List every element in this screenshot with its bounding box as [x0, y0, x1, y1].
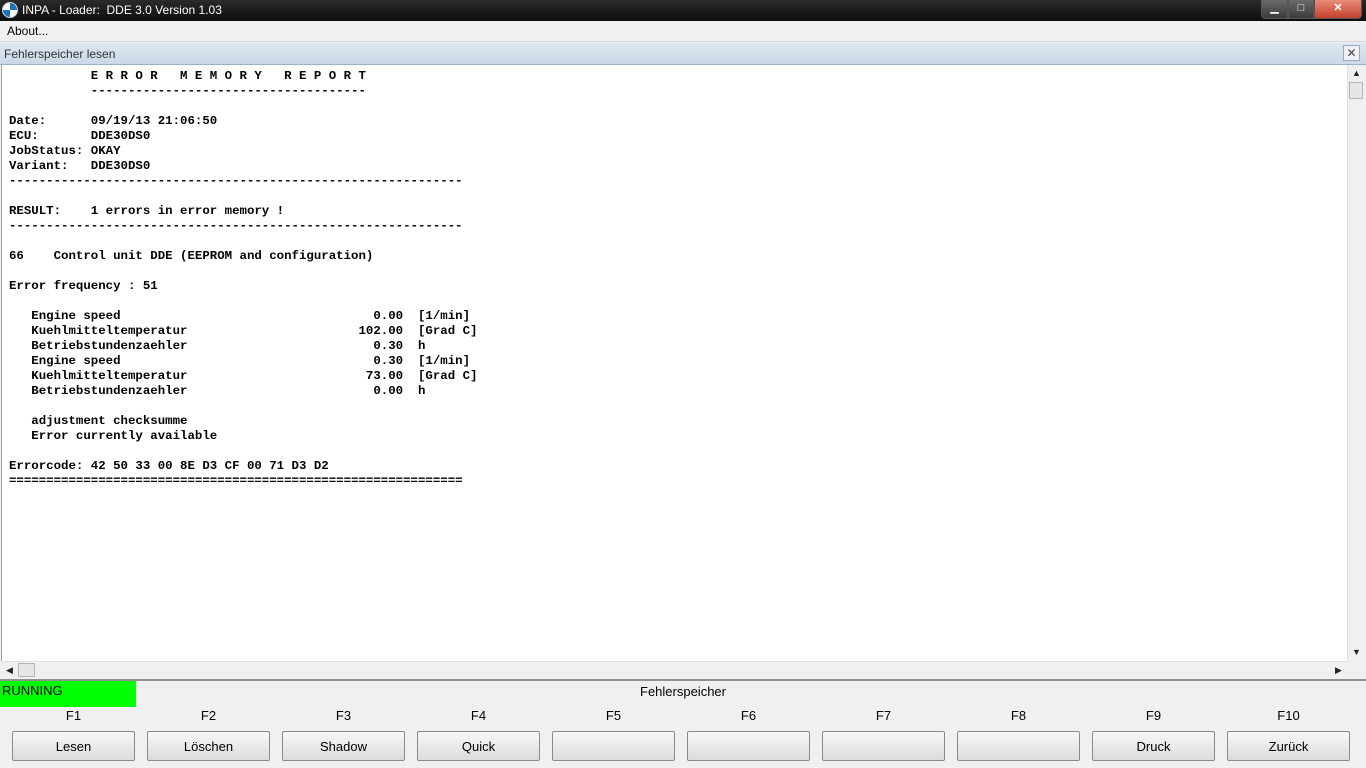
report-line: Errorcode: 42 50 33 00 8E D3 CF 00 71 D3…	[9, 459, 329, 473]
horizontal-scrollbar[interactable]: ◀ ▶	[1, 661, 1347, 678]
fkey-button-f9[interactable]: Druck	[1092, 731, 1215, 761]
fkey-label-f6: F6	[740, 708, 757, 723]
horizontal-scroll-thumb[interactable]	[18, 663, 35, 677]
report-line: ----------------------------------------…	[9, 174, 463, 188]
report-line	[9, 189, 1347, 204]
function-key-bar: F1 Lesen F2 Löschen F3 Shadow F4 Quick F5 F6 F7 F8 F…	[0, 707, 1366, 768]
fkey-button-f10[interactable]: Zurück	[1227, 731, 1350, 761]
menu-item-about[interactable]: About...	[7, 24, 48, 38]
report-line: adjustment checksumme	[9, 414, 188, 428]
report-line: ECU: DDE30DS0	[9, 129, 151, 143]
menu-bar: About...	[0, 21, 1366, 42]
child-window-titlebar: Fehlerspeicher lesen ✕	[0, 43, 1366, 65]
fkey-button-f2[interactable]: Löschen	[147, 731, 270, 761]
status-bar: RUNNING Fehlerspeicher	[0, 679, 1366, 707]
report-line: ========================================…	[9, 474, 463, 488]
fkey-button-f4[interactable]: Quick	[417, 731, 540, 761]
fkey-label-f1: F1	[65, 708, 82, 723]
report-area[interactable]: E R R O R M E M O R Y R E P O R T ------…	[1, 65, 1347, 661]
report-line: 66 Control unit DDE (EEPROM and configur…	[9, 249, 374, 263]
vertical-scroll-thumb[interactable]	[1349, 82, 1363, 99]
bmw-logo-icon	[2, 2, 18, 18]
report-line: Date: 09/19/13 21:06:50	[9, 114, 218, 128]
vertical-scrollbar[interactable]: ▲ ▼	[1347, 65, 1364, 661]
report-line: JobStatus: OKAY	[9, 144, 121, 158]
report-line	[9, 294, 1347, 309]
report-line	[9, 264, 1347, 279]
fkey-button-f5[interactable]	[552, 731, 675, 761]
report-line: Betriebstundenzaehler 0.30 h	[9, 339, 426, 353]
fkey-label-f4: F4	[470, 708, 487, 723]
report-line: Error frequency : 51	[9, 279, 158, 293]
fkey-label-f2: F2	[200, 708, 217, 723]
report-line: ----------------------------------------…	[9, 219, 463, 233]
report-line	[9, 444, 1347, 459]
report-line: Engine speed 0.00 [1/min]	[9, 309, 471, 323]
scroll-up-icon[interactable]: ▲	[1348, 65, 1365, 82]
fkey-label-f3: F3	[335, 708, 352, 723]
report-line: Variant: DDE30DS0	[9, 159, 151, 173]
report-line: Kuehlmitteltemperatur 73.00 [Grad C]	[9, 369, 478, 383]
fkey-label-f7: F7	[875, 708, 892, 723]
maximize-button[interactable]: □	[1288, 0, 1314, 19]
report-line	[9, 399, 1347, 414]
report-line	[9, 99, 1347, 114]
scroll-left-icon[interactable]: ◀	[1, 662, 18, 679]
fkey-button-f7[interactable]	[822, 731, 945, 761]
report-line: Betriebstundenzaehler 0.00 h	[9, 384, 426, 398]
report-line	[9, 234, 1347, 249]
fkey-button-f6[interactable]	[687, 731, 810, 761]
fkey-button-f3[interactable]: Shadow	[282, 731, 405, 761]
fkey-label-f5: F5	[605, 708, 622, 723]
minimize-button[interactable]: ▁	[1261, 0, 1288, 19]
fkey-label-f10: F10	[1277, 708, 1300, 723]
window-titlebar: INPA - Loader: DDE 3.0 Version 1.03 ▁ □ …	[0, 0, 1366, 21]
report-line: RESULT: 1 errors in error memory !	[9, 204, 285, 218]
status-title: Fehlerspeicher	[640, 684, 726, 699]
report-line: -------------------------------------	[9, 84, 366, 98]
close-button[interactable]: ✕	[1314, 0, 1362, 19]
scroll-right-icon[interactable]: ▶	[1330, 662, 1347, 679]
report-line: Error currently available	[9, 429, 218, 443]
fkey-button-f1[interactable]: Lesen	[12, 731, 135, 761]
fkey-label-f8: F8	[1010, 708, 1027, 723]
report-line: E R R O R M E M O R Y R E P O R T	[9, 69, 366, 83]
child-window-title: Fehlerspeicher lesen	[4, 47, 116, 61]
fkey-label-f9: F9	[1145, 708, 1162, 723]
error-memory-report: E R R O R M E M O R Y R E P O R T ------…	[2, 65, 1347, 489]
scroll-down-icon[interactable]: ▼	[1348, 644, 1365, 661]
report-line: Kuehlmitteltemperatur 102.00 [Grad C]	[9, 324, 478, 338]
child-close-button[interactable]: ✕	[1343, 45, 1360, 61]
window-title: INPA - Loader: DDE 3.0 Version 1.03	[22, 3, 222, 17]
report-line: Engine speed 0.30 [1/min]	[9, 354, 471, 368]
fkey-button-f8[interactable]	[957, 731, 1080, 761]
